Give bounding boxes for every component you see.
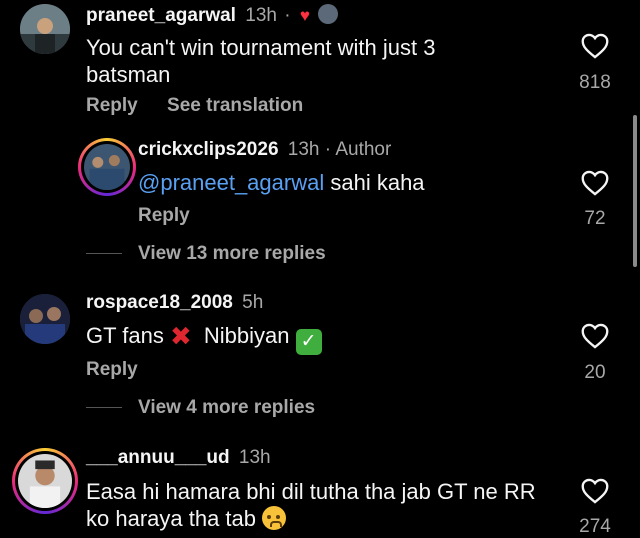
comment-text: Easa hi hamara bhi dil tutha tha jab GT … (86, 478, 536, 532)
avatar (18, 454, 72, 508)
timestamp: 13h (287, 139, 320, 160)
comment-header: praneet_agarwal 13h · ♥ (86, 4, 339, 27)
comment-header: rospace18_2008 5h (86, 292, 263, 314)
author-badge: · Author (324, 139, 392, 160)
mention-link[interactable]: @praneet_agarwal (138, 170, 324, 195)
avatar[interactable] (20, 294, 70, 344)
comment-text: @praneet_agarwal sahi kaha (138, 169, 425, 196)
reply-button[interactable]: Reply (86, 95, 138, 116)
reply-button[interactable]: Reply (86, 359, 138, 380)
comment-header: crickxclips2026 13h · Author (138, 139, 391, 161)
comment-text: GT fans ✖ Nibbiyan ✓ (86, 322, 322, 355)
comment-header: ___annuu___ud 13h (86, 447, 271, 469)
username[interactable]: crickxclips2026 (138, 139, 279, 160)
like-count: 20 (584, 362, 606, 383)
like-count: 72 (584, 208, 606, 229)
comment-actions: Reply (86, 359, 162, 381)
view-more-replies-button[interactable]: View 4 more replies (86, 397, 315, 419)
avatar[interactable] (20, 4, 70, 54)
heart-outline-icon[interactable] (581, 170, 609, 196)
comment-text: You can't win tournament with just 3 bat… (86, 35, 436, 87)
separator: · (284, 5, 291, 26)
scrollbar[interactable] (633, 115, 637, 267)
comment-text-body: Easa hi hamara bhi dil tutha tha jab GT … (86, 479, 536, 531)
comment-text-part: GT fans (86, 323, 164, 348)
cross-mark-emoji: ✖ (169, 321, 192, 351)
comment-actions: Reply (138, 205, 214, 227)
view-more-replies-button[interactable]: View 13 more replies (86, 243, 326, 265)
reply-text: sahi kaha (330, 170, 425, 195)
username[interactable]: praneet_agarwal (86, 5, 236, 26)
avatar (84, 144, 130, 190)
heart-outline-icon[interactable] (581, 33, 609, 59)
like-count: 274 (579, 516, 611, 537)
username[interactable]: ___annuu___ud (86, 447, 230, 468)
crying-face-emoji (262, 506, 287, 530)
comment-text-part: Nibbiyan (203, 323, 290, 348)
see-translation-button[interactable]: See translation (167, 95, 303, 116)
heart-outline-icon[interactable] (581, 323, 609, 349)
heart-outline-icon[interactable] (581, 478, 609, 504)
like-count: 818 (579, 72, 611, 93)
avatar-story-ring[interactable] (78, 138, 136, 196)
divider-line (86, 407, 122, 409)
divider-line (86, 253, 122, 255)
check-mark-button-emoji: ✓ (295, 329, 322, 355)
reply-button[interactable]: Reply (138, 205, 190, 226)
author-liked-avatar (318, 4, 339, 24)
view-more-label: View 13 more replies (138, 243, 326, 264)
view-more-label: View 4 more replies (138, 397, 316, 418)
username[interactable]: rospace18_2008 (86, 292, 233, 313)
red-heart-icon: ♥ (299, 6, 310, 25)
timestamp: 5h (242, 292, 264, 313)
avatar-story-ring[interactable] (12, 448, 78, 514)
timestamp: 13h (238, 447, 271, 468)
timestamp: 13h (245, 5, 277, 26)
comment-actions: Reply See translation (86, 95, 327, 117)
